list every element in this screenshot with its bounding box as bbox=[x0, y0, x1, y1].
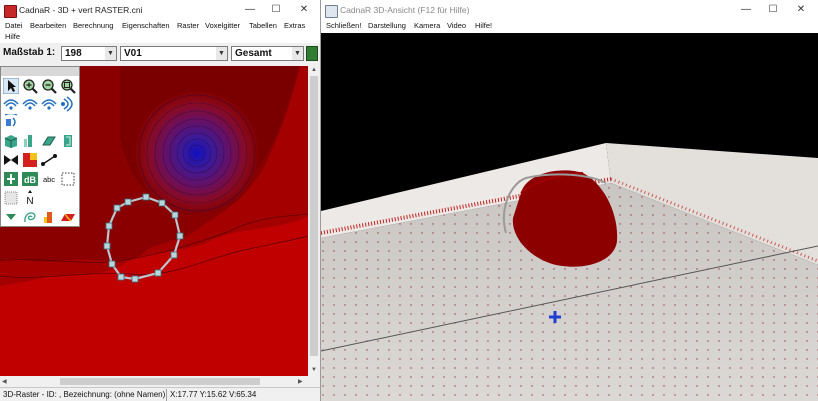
raster-low-level-center bbox=[135, 91, 259, 215]
speaker-icon[interactable] bbox=[3, 114, 19, 130]
menu-extras[interactable]: Extras bbox=[284, 21, 305, 30]
left-window-title: CadnaR - 3D + vert RASTER.cni bbox=[19, 5, 143, 15]
3d-menubar: Schließen! Darstellung Kamera Video Hilf… bbox=[321, 20, 818, 33]
wall-icon[interactable] bbox=[22, 133, 38, 149]
mode-value: Gesamt bbox=[235, 48, 272, 59]
zoom-in-icon[interactable] bbox=[22, 78, 38, 94]
3d-view-app-icon bbox=[325, 5, 338, 18]
menu-datei[interactable]: Datei bbox=[5, 21, 23, 30]
block-icon[interactable] bbox=[3, 133, 19, 149]
receiver-icon[interactable] bbox=[3, 171, 19, 187]
menu-raster[interactable]: Raster bbox=[177, 21, 199, 30]
text-icon-label: abc bbox=[43, 175, 55, 184]
db-icon[interactable]: dB bbox=[22, 171, 38, 187]
zoom-window-icon[interactable] bbox=[60, 78, 76, 94]
close-button[interactable]: ✕ bbox=[294, 3, 314, 17]
right-window-title: CadnaR 3D-Ansicht (F12 für Hilfe) bbox=[340, 5, 470, 15]
calculator-icon[interactable] bbox=[306, 46, 318, 61]
status-divider bbox=[166, 389, 167, 401]
north-arrow-label: N bbox=[26, 196, 33, 206]
left-titlebar: CadnaR - 3D + vert RASTER.cni — ☐ ✕ bbox=[0, 0, 320, 20]
mode-combobox[interactable]: Gesamt ▼ bbox=[231, 46, 304, 61]
surface-icon[interactable] bbox=[60, 133, 76, 149]
horizontal-scrollbar[interactable]: ◀ ▶ bbox=[0, 376, 308, 387]
menu-video[interactable]: Video bbox=[447, 21, 466, 30]
dimension-icon[interactable] bbox=[41, 152, 57, 168]
scroll-up-icon[interactable]: ▲ bbox=[311, 67, 317, 73]
3d-view-window: CadnaR 3D-Ansicht (F12 für Hilfe) — ☐ ✕ … bbox=[321, 0, 818, 401]
menu-eigenschaften[interactable]: Eigenschaften bbox=[122, 21, 170, 30]
menu-tabellen[interactable]: Tabellen bbox=[249, 21, 277, 30]
menu-kamera[interactable]: Kamera bbox=[414, 21, 440, 30]
filter-icon[interactable] bbox=[3, 209, 19, 225]
maximize-button[interactable]: ☐ bbox=[763, 3, 783, 17]
maximize-button[interactable]: ☐ bbox=[266, 3, 286, 17]
chevron-down-icon[interactable]: ▼ bbox=[292, 47, 303, 60]
roof-icon[interactable] bbox=[60, 209, 76, 225]
tool-palette: dB abc N bbox=[0, 66, 80, 227]
source-wave-icon-3[interactable] bbox=[41, 96, 57, 112]
absorber-icon[interactable] bbox=[3, 152, 19, 168]
sketch-icon[interactable] bbox=[22, 209, 38, 225]
scale-value: 198 bbox=[65, 48, 82, 59]
status-coordinates: X:17.77 Y:15.62 V:65.34 bbox=[170, 390, 257, 399]
scroll-left-icon[interactable]: ◀ bbox=[2, 378, 7, 385]
cadnar-main-window: CadnaR - 3D + vert RASTER.cni — ☐ ✕ Date… bbox=[0, 0, 321, 401]
source-wave-icon-2[interactable] bbox=[22, 96, 38, 112]
right-titlebar: CadnaR 3D-Ansicht (F12 für Hilfe) — ☐ ✕ bbox=[321, 0, 818, 20]
menu-berechnung[interactable]: Berechnung bbox=[73, 21, 113, 30]
source-wave-icon-4[interactable] bbox=[60, 96, 76, 112]
grid-icon[interactable] bbox=[22, 152, 38, 168]
chevron-down-icon[interactable]: ▼ bbox=[216, 47, 227, 60]
horizontal-scroll-thumb[interactable] bbox=[60, 378, 260, 385]
menu-darstellung[interactable]: Darstellung bbox=[368, 21, 406, 30]
status-selected-item: 3D-Raster - ID: , Bezeichnung: (ohne Nam… bbox=[3, 390, 165, 399]
scale-label: Maßstab 1: bbox=[3, 47, 56, 58]
menu-hilfe[interactable]: Hilfe bbox=[5, 32, 20, 41]
select-arrow-icon[interactable] bbox=[3, 78, 19, 94]
scale-toolbar: Maßstab 1: 198 ▼ V01 ▼ Gesamt ▼ bbox=[0, 43, 320, 65]
chevron-down-icon[interactable]: ▼ bbox=[105, 47, 116, 60]
3d-viewport[interactable] bbox=[321, 33, 818, 401]
menu-bearbeiten[interactable]: Bearbeiten bbox=[30, 21, 66, 30]
cadnar-app-icon bbox=[4, 5, 17, 18]
vertical-scroll-thumb[interactable] bbox=[310, 76, 318, 356]
layer-value: V01 bbox=[124, 48, 142, 59]
scroll-right-icon[interactable]: ▶ bbox=[298, 378, 303, 385]
minimize-button[interactable]: — bbox=[736, 3, 756, 17]
zoom-out-icon[interactable] bbox=[41, 78, 57, 94]
dotted-area-icon[interactable] bbox=[3, 190, 19, 206]
menu-voxelgitter[interactable]: Voxelgitter bbox=[205, 21, 240, 30]
palette-grip[interactable] bbox=[1, 67, 79, 76]
text-icon[interactable]: abc bbox=[41, 171, 57, 187]
area-icon[interactable] bbox=[60, 171, 76, 187]
menu-hilfe-3d[interactable]: Hilfe! bbox=[475, 21, 492, 30]
north-arrow-icon[interactable]: N bbox=[22, 190, 38, 206]
vertical-scrollbar[interactable]: ▲ ▼ bbox=[308, 66, 320, 376]
panel-icon[interactable] bbox=[41, 133, 57, 149]
scale-combobox[interactable]: 198 ▼ bbox=[61, 46, 117, 61]
scroll-down-icon[interactable]: ▼ bbox=[311, 367, 317, 373]
layer-combobox[interactable]: V01 ▼ bbox=[120, 46, 228, 61]
minimize-button[interactable]: — bbox=[240, 3, 260, 17]
menu-schliessen[interactable]: Schließen! bbox=[326, 21, 361, 30]
left-menubar: Datei Bearbeiten Berechnung Eigenschafte… bbox=[0, 20, 320, 43]
bar-icon[interactable] bbox=[41, 209, 57, 225]
status-bar: 3D-Raster - ID: , Bezeichnung: (ohne Nam… bbox=[0, 387, 320, 401]
db-icon-label: dB bbox=[24, 175, 36, 185]
source-wave-icon[interactable] bbox=[3, 96, 19, 112]
close-button[interactable]: ✕ bbox=[791, 3, 811, 17]
